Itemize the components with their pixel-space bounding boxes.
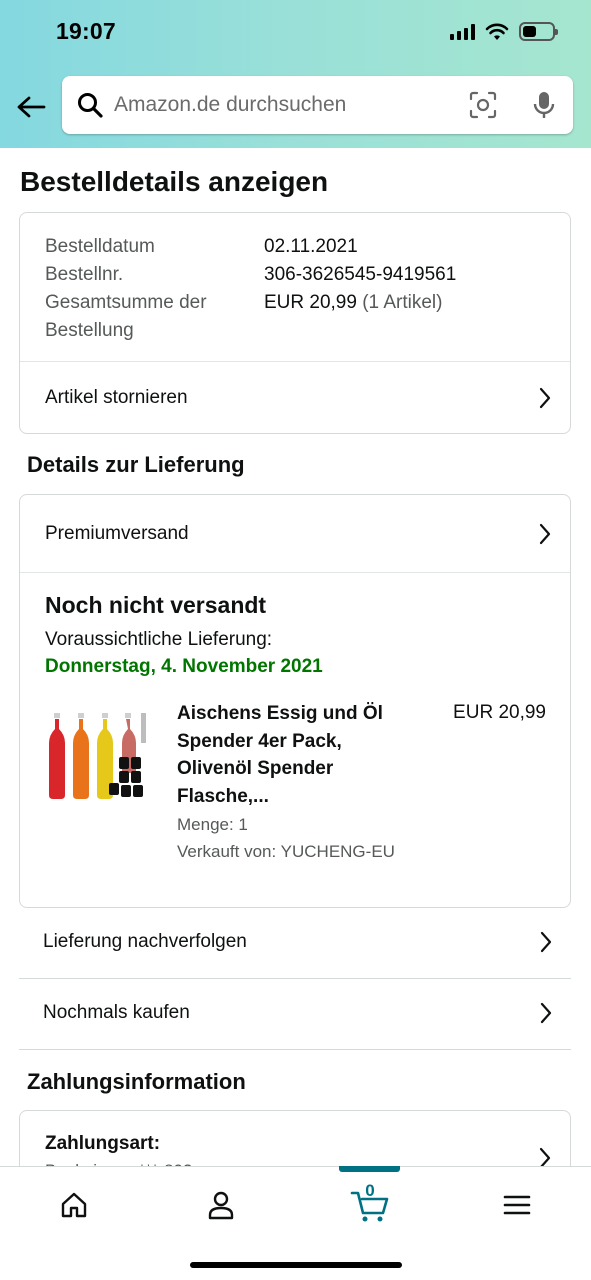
wifi-icon bbox=[485, 23, 509, 40]
user-icon bbox=[208, 1191, 234, 1220]
nav-cart[interactable]: 0 bbox=[348, 1181, 392, 1225]
cart-count-badge: 0 bbox=[365, 1181, 375, 1200]
product-quantity: Menge: 1 bbox=[177, 815, 248, 834]
page-title: Bestelldetails anzeigen bbox=[20, 166, 329, 197]
expected-delivery-label: Voraussichtliche Lieferung: bbox=[45, 629, 273, 650]
payment-method-label: Zahlungsart: bbox=[45, 1133, 161, 1154]
order-item-count: (1 Artikel) bbox=[362, 292, 443, 313]
order-total-label: Gesamtsumme der Bestellung bbox=[45, 292, 207, 341]
order-number-value: 306-3626545-9419561 bbox=[264, 264, 457, 285]
order-info: Bestelldatum 02.11.2021 Bestellnr. 306-3… bbox=[45, 233, 456, 345]
order-number-label: Bestellnr. bbox=[45, 264, 124, 285]
status-icons bbox=[450, 22, 558, 41]
search-icon bbox=[76, 91, 104, 119]
back-button[interactable] bbox=[14, 90, 48, 124]
delivery-card: Premiumversand Noch nicht versandt Vorau… bbox=[19, 494, 571, 908]
divider bbox=[20, 572, 570, 573]
status-time: 19:07 bbox=[56, 18, 116, 44]
buy-again-label: Nochmals kaufen bbox=[43, 1002, 190, 1023]
order-date-value: 02.11.2021 bbox=[264, 236, 358, 257]
header: 19:07 bbox=[0, 0, 591, 148]
shipping-method-label: Premiumversand bbox=[45, 522, 189, 544]
shipping-method-link[interactable]: Premiumversand bbox=[20, 495, 570, 572]
search-bar[interactable] bbox=[62, 76, 573, 134]
product-image[interactable] bbox=[47, 707, 151, 803]
shipment-status-title: Noch nicht versandt bbox=[45, 592, 267, 618]
cellular-signal-icon bbox=[450, 23, 475, 40]
order-summary-card: Bestelldatum 02.11.2021 Bestellnr. 306-3… bbox=[19, 212, 571, 434]
chevron-right-icon bbox=[539, 387, 551, 409]
order-number-row: Bestellnr. 306-3626545-9419561 bbox=[45, 261, 456, 289]
divider bbox=[19, 1049, 571, 1050]
track-delivery-label: Lieferung nachverfolgen bbox=[43, 931, 247, 952]
arrow-left-icon bbox=[17, 96, 46, 118]
track-delivery-link[interactable]: Lieferung nachverfolgen bbox=[19, 907, 571, 977]
chevron-right-icon bbox=[540, 1002, 552, 1024]
cancel-items-label: Artikel stornieren bbox=[45, 387, 188, 408]
product-title-link[interactable]: Aischens Essig und Öl Spender 4er Pack, … bbox=[177, 700, 412, 810]
buy-again-link[interactable]: Nochmals kaufen bbox=[19, 978, 571, 1048]
camera-scan-icon[interactable] bbox=[469, 91, 497, 124]
order-total-value-wrap: EUR 20,99 (1 Artikel) bbox=[264, 289, 442, 345]
active-tab-indicator bbox=[339, 1166, 400, 1172]
cancel-items-link[interactable]: Artikel stornieren bbox=[20, 362, 570, 434]
payment-section-title: Zahlungsinformation bbox=[27, 1069, 246, 1094]
home-icon bbox=[61, 1192, 87, 1218]
expected-delivery-date: Donnerstag, 4. November 2021 bbox=[45, 656, 323, 677]
order-total-value: EUR 20,99 bbox=[264, 292, 357, 313]
microphone-icon[interactable] bbox=[531, 90, 557, 125]
product-price: EUR 20,99 bbox=[453, 702, 546, 723]
menu-icon bbox=[503, 1195, 531, 1215]
order-date-row: Bestelldatum 02.11.2021 bbox=[45, 233, 456, 261]
product-seller: Verkauft von: YUCHENG-EU bbox=[177, 842, 395, 861]
chevron-right-icon bbox=[540, 931, 552, 953]
nav-menu[interactable] bbox=[495, 1185, 539, 1225]
nav-home[interactable] bbox=[52, 1185, 96, 1225]
search-input[interactable] bbox=[114, 93, 454, 117]
home-indicator bbox=[190, 1262, 402, 1268]
chevron-right-icon bbox=[539, 523, 551, 544]
order-total-row: Gesamtsumme der Bestellung EUR 20,99 (1 … bbox=[45, 289, 456, 345]
delivery-section-title: Details zur Lieferung bbox=[27, 452, 245, 477]
order-date-label: Bestelldatum bbox=[45, 236, 155, 257]
battery-icon bbox=[519, 22, 558, 41]
nav-account[interactable] bbox=[199, 1185, 243, 1225]
